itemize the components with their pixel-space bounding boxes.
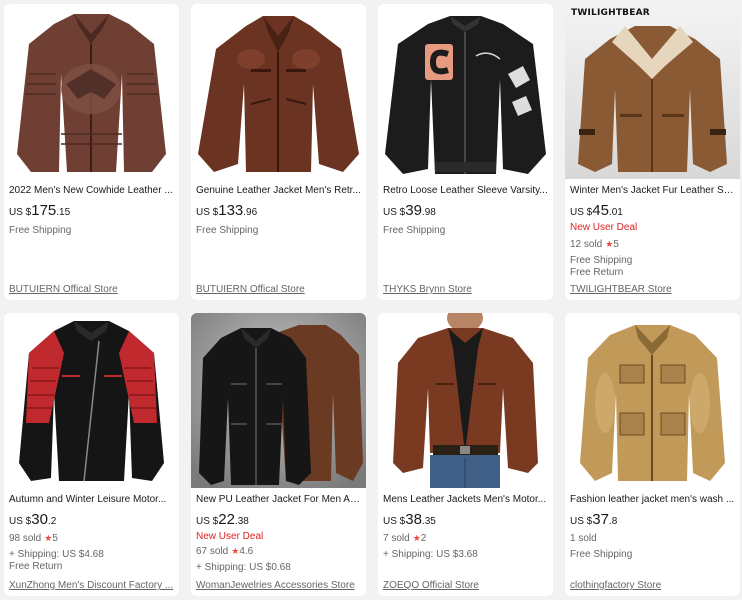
price-decimal: .2 — [47, 516, 57, 527]
product-image[interactable] — [378, 4, 553, 179]
shipping-info: Free Shipping — [570, 255, 633, 266]
shipping-info: + Shipping: US $3.68 — [383, 549, 478, 560]
rating-value: 2 — [420, 533, 427, 544]
price-decimal: .35 — [421, 516, 436, 527]
product-price: US $38.35 — [383, 512, 548, 530]
product-card[interactable]: Autumn and Winter Leisure Motor... US $3… — [4, 313, 179, 596]
price-currency: US $ — [196, 516, 219, 527]
product-card[interactable]: Retro Loose Leather Sleeve Varsity... US… — [378, 4, 553, 300]
store-link[interactable]: clothingfactory Store — [570, 580, 736, 591]
product-price: US $175.15 — [9, 203, 174, 221]
price-integer: 39 — [405, 202, 422, 219]
product-card[interactable]: Fashion leather jacket men's wash ... US… — [565, 313, 740, 596]
rating-value: 5 — [613, 239, 619, 250]
price-integer: 37 — [592, 511, 609, 528]
sold-count: 12 sold ★5 — [570, 238, 735, 251]
price-currency: US $ — [570, 516, 593, 527]
price-integer: 45 — [592, 202, 609, 219]
rating-value: 5 — [52, 533, 58, 544]
store-link[interactable]: TWILIGHTBEAR Store — [570, 284, 736, 295]
shipping-info: + Shipping: US $4.68 — [9, 549, 104, 560]
price-integer: 38 — [405, 511, 422, 528]
product-image[interactable] — [4, 313, 179, 488]
price-integer: 30 — [31, 511, 48, 528]
product-title[interactable]: 2022 Men's New Cowhide Leather ... — [9, 184, 174, 197]
product-price: US $22.38 — [196, 512, 361, 530]
product-card[interactable]: 2022 Men's New Cowhide Leather ... US $1… — [4, 4, 179, 300]
store-link[interactable]: XunZhong Men's Discount Factory ... — [9, 580, 175, 591]
sold-count: 1 sold — [570, 532, 735, 545]
product-grid: 2022 Men's New Cowhide Leather ... US $1… — [0, 0, 742, 600]
brand-watermark: TWILIGHTBEAR — [571, 8, 650, 18]
price-currency: US $ — [383, 516, 406, 527]
star-icon: ★ — [412, 533, 421, 543]
sold-count: 98 sold ★5 — [9, 532, 174, 545]
price-currency: US $ — [570, 207, 593, 218]
return-info: Free Return — [570, 267, 624, 278]
price-currency: US $ — [9, 207, 32, 218]
product-price: US $45.01 — [570, 203, 735, 221]
product-price: US $30.2 — [9, 512, 174, 530]
new-user-deal-badge: New User Deal — [570, 222, 638, 233]
product-image[interactable] — [565, 313, 740, 488]
shipping-info: Free Shipping — [570, 549, 633, 560]
product-price: US $133.96 — [196, 203, 361, 221]
product-title[interactable]: Retro Loose Leather Sleeve Varsity... — [383, 184, 548, 197]
store-link[interactable]: BUTUIERN Offical Store — [9, 284, 175, 295]
price-decimal: .38 — [234, 516, 249, 527]
sold-text: 67 sold — [196, 546, 229, 557]
sold-text: 7 sold — [383, 533, 410, 544]
product-price: US $37.8 — [570, 512, 735, 530]
price-integer: 22 — [218, 511, 235, 528]
price-currency: US $ — [383, 207, 406, 218]
store-link[interactable]: THYKS Brynn Store — [383, 284, 549, 295]
product-card[interactable]: Mens Leather Jackets Men's Motor... US $… — [378, 313, 553, 596]
sold-text: 1 sold — [570, 533, 597, 544]
shipping-info: Free Shipping — [9, 225, 72, 236]
product-image[interactable] — [378, 313, 553, 488]
product-card[interactable]: Genuine Leather Jacket Men's Retr... US … — [191, 4, 366, 300]
shipping-info: Free Shipping — [383, 225, 446, 236]
price-decimal: .01 — [608, 207, 623, 218]
new-user-deal-badge: New User Deal — [196, 531, 264, 542]
store-link[interactable]: BUTUIERN Offical Store — [196, 284, 362, 295]
price-currency: US $ — [9, 516, 32, 527]
product-title[interactable]: Mens Leather Jackets Men's Motor... — [383, 493, 548, 506]
product-card[interactable]: New PU Leather Jacket For Men Au... US $… — [191, 313, 366, 596]
product-image[interactable] — [191, 313, 366, 488]
price-decimal: .98 — [421, 207, 436, 218]
shipping-info: + Shipping: US $0.68 — [196, 562, 291, 573]
shipping-info: Free Shipping — [196, 225, 259, 236]
sold-count: 7 sold ★2 — [383, 532, 548, 545]
product-image[interactable] — [191, 4, 366, 179]
product-title[interactable]: Fashion leather jacket men's wash ... — [570, 493, 735, 506]
product-price: US $39.98 — [383, 203, 548, 221]
product-card[interactable]: TWILIGHTBEAR Winter Men's Jacket Fur Lea… — [565, 4, 740, 300]
product-image[interactable] — [4, 4, 179, 179]
store-link[interactable]: WomanJewelries Accessories Store — [196, 580, 362, 591]
price-decimal: .8 — [608, 516, 618, 527]
sold-count: 67 sold ★4.6 — [196, 545, 361, 558]
price-decimal: .96 — [243, 207, 258, 218]
rating-value: 4.6 — [239, 546, 254, 557]
price-integer: 175 — [31, 202, 57, 219]
store-link[interactable]: ZOEQO Official Store — [383, 580, 549, 591]
product-image[interactable]: TWILIGHTBEAR — [565, 4, 740, 179]
product-title[interactable]: Winter Men's Jacket Fur Leather Su... — [570, 184, 735, 197]
price-currency: US $ — [196, 207, 219, 218]
product-title[interactable]: Autumn and Winter Leisure Motor... — [9, 493, 174, 506]
sold-text: 98 sold — [9, 533, 42, 544]
sold-text: 12 sold — [570, 239, 603, 250]
product-title[interactable]: New PU Leather Jacket For Men Au... — [196, 493, 361, 506]
price-integer: 133 — [218, 202, 244, 219]
return-info: Free Return — [9, 561, 63, 572]
price-decimal: .15 — [56, 207, 71, 218]
product-title[interactable]: Genuine Leather Jacket Men's Retr... — [196, 184, 361, 197]
